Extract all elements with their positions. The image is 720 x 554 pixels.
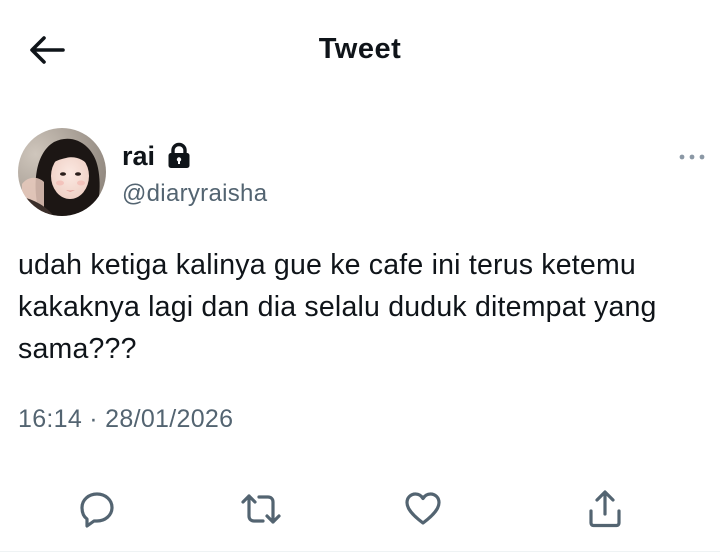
reply-icon [80,492,114,528]
user-handle[interactable]: @diaryraisha [122,180,267,208]
more-options-button[interactable] [672,145,712,169]
share-button[interactable] [580,484,630,534]
lock-icon [166,142,192,170]
like-button[interactable] [398,484,448,534]
share-icon [589,490,621,528]
display-name[interactable]: rai [122,141,155,172]
more-horizontal-icon [679,154,705,160]
page-title: Tweet [318,33,402,65]
retweet-icon [241,494,281,524]
header-bar: Tweet [0,0,720,100]
retweet-button[interactable] [236,484,286,534]
divider [0,551,720,552]
reply-button[interactable] [72,484,122,534]
heart-icon [405,492,441,525]
tweet-text: udah ketiga kalinya gue ke cafe ini teru… [18,249,665,365]
tweet-actions [0,484,720,534]
display-name-row: rai [122,139,192,173]
tweet-timestamp[interactable]: 16:14 · 28/01/2026 [18,405,233,434]
profile-photo [18,128,106,216]
avatar[interactable] [18,128,106,216]
